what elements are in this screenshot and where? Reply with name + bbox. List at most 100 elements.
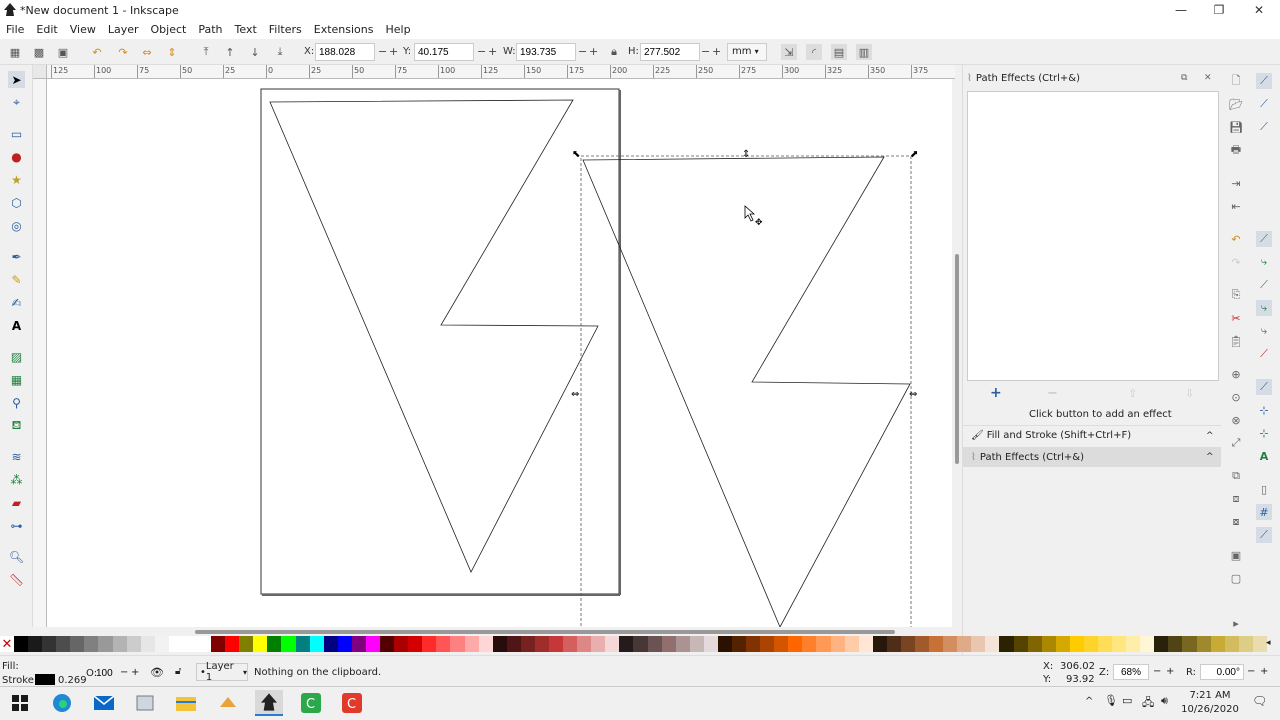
- color-swatch[interactable]: [98, 636, 113, 652]
- color-swatch[interactable]: [830, 636, 845, 652]
- snap-toggle-icon[interactable]: ⟋: [1256, 73, 1272, 89]
- opacity-field[interactable]: [96, 665, 118, 681]
- paint-bucket-tool-icon[interactable]: ⛾: [8, 417, 25, 434]
- color-swatch[interactable]: [985, 636, 1000, 652]
- more-commands-icon[interactable]: ▸: [1228, 615, 1244, 631]
- menu-object[interactable]: Object: [145, 23, 193, 36]
- rotate-cw-icon[interactable]: ↷: [115, 44, 131, 60]
- move-down-icon[interactable]: ⇩: [1185, 387, 1194, 400]
- color-swatch[interactable]: [1238, 636, 1253, 652]
- color-swatch[interactable]: [844, 636, 859, 652]
- menu-help[interactable]: Help: [379, 23, 416, 36]
- move-patterns-icon[interactable]: ▥: [856, 44, 872, 60]
- color-swatch[interactable]: [281, 636, 296, 652]
- star-tool-icon[interactable]: ★: [8, 171, 25, 188]
- snap-nodes-icon[interactable]: ⟋: [1256, 231, 1272, 247]
- windows-start-icon[interactable]: [6, 690, 34, 716]
- color-swatch[interactable]: [28, 636, 43, 652]
- move-gradients-icon[interactable]: ▤: [831, 44, 847, 60]
- color-swatch[interactable]: [957, 636, 972, 652]
- zoom-tool-icon[interactable]: 🔍︎: [8, 548, 25, 565]
- color-swatch[interactable]: [1182, 636, 1197, 652]
- color-swatch[interactable]: [337, 636, 352, 652]
- mesh-tool-icon[interactable]: ▦: [8, 371, 25, 388]
- color-swatch[interactable]: [478, 636, 493, 652]
- snap-cusp-icon[interactable]: ⤷: [1256, 300, 1272, 316]
- rotate-increment-button[interactable]: +: [1260, 666, 1268, 677]
- color-swatch[interactable]: [309, 636, 324, 652]
- color-swatch[interactable]: [253, 636, 268, 652]
- color-swatch[interactable]: [225, 636, 240, 652]
- color-swatch[interactable]: [126, 636, 141, 652]
- dropper-tool-icon[interactable]: ⚲: [8, 394, 25, 411]
- unlink-clone-icon[interactable]: ⧇: [1228, 514, 1244, 530]
- layer-dropdown[interactable]: • Layer 1 ▾: [196, 661, 248, 683]
- snap-page-icon[interactable]: ▯: [1256, 481, 1272, 497]
- fill-stroke-tab[interactable]: 🖌︎ Fill and Stroke (Shift+Ctrl+F) ^: [963, 425, 1221, 445]
- color-swatch[interactable]: [788, 636, 803, 652]
- scale-radii-icon[interactable]: ◜: [806, 44, 822, 60]
- connector-tool-icon[interactable]: ⊶: [8, 517, 25, 534]
- color-swatch[interactable]: [633, 636, 648, 652]
- color-swatch[interactable]: [42, 636, 57, 652]
- snap-paths-icon[interactable]: ⤷: [1256, 254, 1272, 270]
- color-swatch[interactable]: [746, 636, 761, 652]
- color-swatch[interactable]: [168, 636, 183, 652]
- scale-stroke-icon[interactable]: ⇲: [781, 44, 797, 60]
- snap-rotation-center-icon[interactable]: ⊹: [1256, 425, 1272, 441]
- select-all-icon[interactable]: ▦: [7, 44, 23, 60]
- color-swatch[interactable]: [520, 636, 535, 652]
- color-swatch[interactable]: [661, 636, 676, 652]
- flip-vertical-icon[interactable]: ⇕: [164, 44, 180, 60]
- color-swatch[interactable]: [1224, 636, 1239, 652]
- flip-horizontal-icon[interactable]: ⇔: [139, 44, 155, 60]
- clock[interactable]: 7:21 AM 10/26/2020: [1180, 689, 1240, 719]
- color-swatch[interactable]: [267, 636, 282, 652]
- clone-icon[interactable]: ⧈: [1228, 491, 1244, 507]
- file-manager-icon[interactable]: [131, 690, 159, 716]
- lower-icon[interactable]: ↓: [247, 44, 263, 60]
- add-effect-button[interactable]: +: [990, 385, 1002, 401]
- selector-tool-icon[interactable]: ➤: [8, 71, 25, 88]
- mail-icon[interactable]: [90, 690, 118, 716]
- measure-tool-icon[interactable]: 📏︎: [8, 571, 25, 588]
- color-swatch[interactable]: [605, 636, 620, 652]
- color-swatch[interactable]: [1196, 636, 1211, 652]
- color-swatch[interactable]: [154, 636, 169, 652]
- rectangle-tool-icon[interactable]: ▭: [8, 125, 25, 142]
- zoom-selection-icon[interactable]: ⊕: [1228, 366, 1244, 382]
- color-swatch[interactable]: [1055, 636, 1070, 652]
- snap-text-baseline-icon[interactable]: A: [1256, 448, 1272, 464]
- camtasia-icon[interactable]: C: [297, 690, 325, 716]
- color-swatch[interactable]: [1098, 636, 1113, 652]
- ellipse-tool-icon[interactable]: ●: [8, 148, 25, 165]
- color-swatch[interactable]: [647, 636, 662, 652]
- color-swatch[interactable]: [84, 636, 99, 652]
- color-swatch[interactable]: [619, 636, 634, 652]
- horizontal-scrollbar[interactable]: [47, 627, 952, 636]
- tweak-tool-icon[interactable]: ≋: [8, 448, 25, 465]
- snap-others-icon[interactable]: ⟋: [1256, 379, 1272, 395]
- zoom-increment-button[interactable]: +: [1166, 666, 1174, 677]
- volume-icon[interactable]: 🔊︎: [1161, 694, 1168, 708]
- deselect-icon[interactable]: ▣: [55, 44, 71, 60]
- color-swatch[interactable]: [534, 636, 549, 652]
- color-swatch[interactable]: [731, 636, 747, 652]
- calligraphy-tool-icon[interactable]: ✍: [8, 294, 25, 311]
- duplicate-icon[interactable]: ⧉: [1228, 468, 1244, 484]
- file-explorer-icon[interactable]: [172, 690, 200, 716]
- menu-text[interactable]: Text: [229, 23, 263, 36]
- color-swatch[interactable]: [943, 636, 958, 652]
- color-swatch[interactable]: [675, 636, 690, 652]
- redo-icon[interactable]: ↷: [1228, 254, 1244, 270]
- color-swatch[interactable]: [1027, 636, 1042, 652]
- close-button[interactable]: ✕: [1240, 0, 1278, 20]
- menu-extensions[interactable]: Extensions: [308, 23, 380, 36]
- snap-grid-icon[interactable]: #: [1256, 504, 1272, 520]
- h-decrement-button[interactable]: −: [701, 45, 710, 58]
- toggle-visibility-icon[interactable]: 👁︎: [150, 666, 164, 679]
- color-swatch[interactable]: [703, 636, 718, 652]
- network-icon[interactable]: 🖧︎: [1142, 694, 1154, 713]
- select-all-layers-icon[interactable]: ▩: [31, 44, 47, 60]
- print-icon[interactable]: 🖶︎: [1228, 142, 1244, 158]
